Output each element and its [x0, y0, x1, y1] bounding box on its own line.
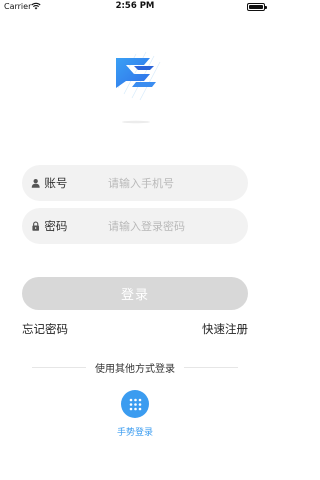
password-label: 密码 [44, 219, 68, 233]
battery-level [249, 5, 263, 9]
battery-icon [247, 3, 267, 11]
login-button[interactable]: 登录 [22, 277, 248, 310]
app-logo-icon [116, 51, 161, 124]
lock-icon [32, 221, 39, 231]
account-field[interactable]: 账号 [22, 165, 248, 201]
status-bar: Carrier 2:56 PM [0, 0, 270, 14]
alt-login-divider: 使用其他方式登录 [0, 359, 270, 375]
password-field[interactable]: 密码 [22, 208, 248, 244]
quick-register-link[interactable]: 快速注册 [202, 321, 248, 337]
gesture-login-label[interactable]: 手势登录 [0, 425, 270, 438]
user-icon [31, 178, 40, 188]
forgot-password-link[interactable]: 忘记密码 [22, 321, 68, 337]
phone-input[interactable] [108, 176, 248, 190]
status-time: 2:56 PM [115, 1, 155, 11]
grid-dots-icon [129, 398, 141, 410]
password-input[interactable] [108, 219, 248, 233]
account-label: 账号 [44, 176, 68, 190]
divider-line-right [184, 367, 238, 368]
gesture-login-button[interactable] [121, 390, 149, 418]
